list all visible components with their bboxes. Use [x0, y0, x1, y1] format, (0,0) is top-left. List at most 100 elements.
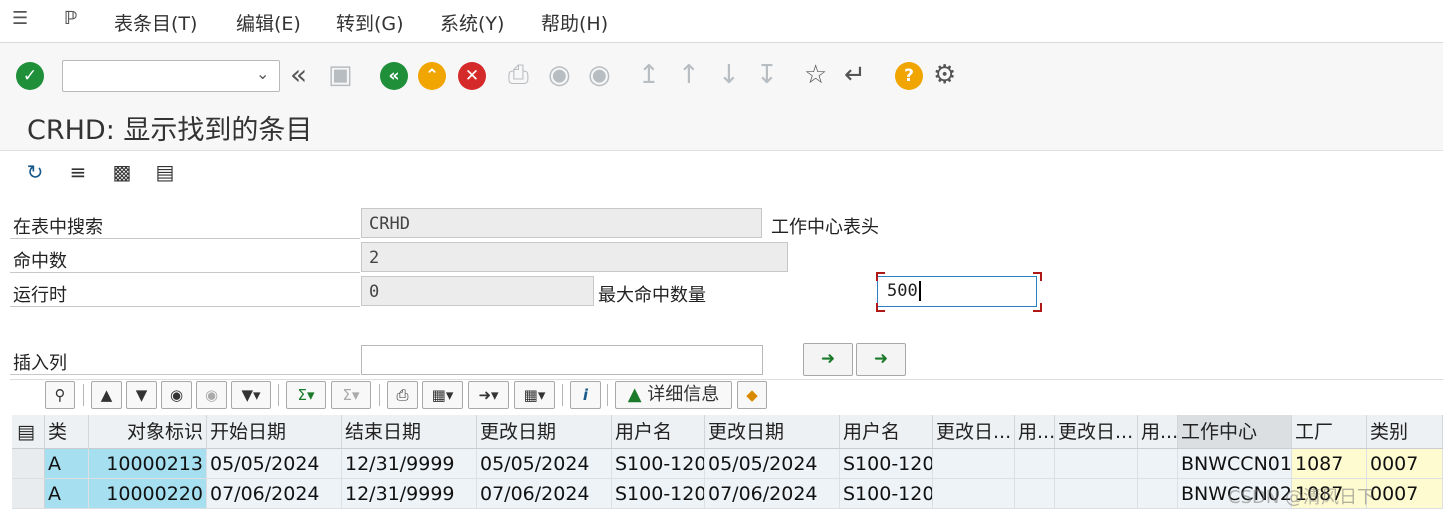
- column-header[interactable]: 更改日...: [1055, 415, 1138, 449]
- sort-descending-icon[interactable]: ▼: [126, 381, 157, 409]
- double-left-icon[interactable]: «: [290, 58, 307, 91]
- max-hits-input[interactable]: 500: [877, 276, 1037, 307]
- column-header[interactable]: 类: [45, 415, 89, 449]
- layout-menu-icon[interactable]: ℙ: [64, 8, 78, 29]
- select-all-icon[interactable]: ▤: [12, 415, 45, 449]
- command-field[interactable]: [62, 60, 280, 92]
- filter-icon[interactable]: ▼▾: [231, 381, 271, 409]
- table-cell[interactable]: A: [45, 449, 89, 479]
- table-cell[interactable]: 12/31/9999: [342, 449, 477, 479]
- table-cell[interactable]: [1015, 479, 1055, 509]
- prev-page-icon: ↑: [678, 60, 700, 90]
- column-header[interactable]: 用户名: [840, 415, 933, 449]
- table-cell[interactable]: [1055, 449, 1138, 479]
- column-header[interactable]: 类别: [1367, 415, 1443, 449]
- table-cell[interactable]: 05/05/2024: [705, 449, 840, 479]
- table-cell[interactable]: 0007: [1367, 479, 1443, 509]
- row-selector[interactable]: [12, 449, 45, 479]
- cancel-icon[interactable]: ✕: [458, 62, 486, 90]
- detail-info-button[interactable]: ▲ 详细信息: [615, 381, 732, 409]
- print-icon[interactable]: ⎙: [387, 381, 418, 409]
- export-icon[interactable]: ➜▾: [468, 381, 509, 409]
- column-header[interactable]: 用户名: [612, 415, 705, 449]
- refresh-icon[interactable]: ↻: [21, 158, 49, 186]
- table-cell[interactable]: [933, 479, 1015, 509]
- column-header[interactable]: 用...: [1015, 415, 1055, 449]
- column-header[interactable]: 工厂: [1292, 415, 1367, 449]
- table-cell[interactable]: S100-120: [612, 449, 705, 479]
- table-cell[interactable]: S100-120: [840, 479, 933, 509]
- table-cell[interactable]: S100-120: [840, 449, 933, 479]
- divider: [10, 272, 360, 273]
- chevron-down-icon[interactable]: ⌄: [256, 64, 269, 83]
- separator: [379, 384, 380, 406]
- column-header[interactable]: 结束日期: [342, 415, 477, 449]
- sum-icon[interactable]: Σ▾: [286, 381, 326, 409]
- menu-icon[interactable]: ☰: [12, 8, 28, 29]
- table-cell[interactable]: 10000213: [89, 449, 207, 479]
- table-cell[interactable]: 10000220: [89, 479, 207, 509]
- table-cell[interactable]: [1015, 449, 1055, 479]
- insert-column-label: 插入列: [13, 353, 67, 374]
- puzzle-icon[interactable]: ▩: [108, 158, 136, 186]
- table-cell[interactable]: 07/06/2024: [477, 479, 612, 509]
- table-cell[interactable]: [1055, 479, 1138, 509]
- column-header[interactable]: 开始日期: [207, 415, 342, 449]
- enter-check-icon[interactable]: ✓: [16, 62, 44, 90]
- row-selector[interactable]: [12, 479, 45, 509]
- table-cell[interactable]: [1138, 479, 1178, 509]
- print-icon: ⎙: [508, 60, 529, 90]
- help-icon[interactable]: ?: [895, 62, 923, 90]
- document-icon[interactable]: ▤: [151, 158, 179, 186]
- insert-column-button[interactable]: ➜: [803, 343, 853, 376]
- insert-column-input[interactable]: [361, 345, 763, 375]
- next-page-icon: ↓: [718, 60, 740, 90]
- table-cell[interactable]: 0007: [1367, 449, 1443, 479]
- details-select-icon[interactable]: ⚲: [45, 381, 75, 409]
- table-description: 工作中心表头: [771, 217, 879, 238]
- menu-edit[interactable]: 编辑(E): [236, 9, 301, 36]
- table-cell[interactable]: [1138, 449, 1178, 479]
- table-cell[interactable]: 1087: [1292, 449, 1367, 479]
- divider: [10, 374, 360, 375]
- tag-icon[interactable]: ◆: [737, 381, 767, 409]
- sort-ascending-icon[interactable]: ▲: [91, 381, 122, 409]
- layout-icon[interactable]: ▦▾: [514, 381, 555, 409]
- menu-system[interactable]: 系统(Y): [440, 9, 504, 36]
- separator: [278, 384, 279, 406]
- column-header[interactable]: 更改日...: [933, 415, 1015, 449]
- column-header[interactable]: 对象标识: [89, 415, 207, 449]
- info-icon[interactable]: i: [570, 381, 601, 409]
- runtime-field: 0: [361, 276, 594, 306]
- application-toolbar: [0, 151, 1443, 195]
- table-cell[interactable]: BNWCCN01: [1178, 449, 1292, 479]
- settings-tool-icon[interactable]: ≡: [64, 158, 92, 186]
- table-cell[interactable]: 12/31/9999: [342, 479, 477, 509]
- find-icon[interactable]: ◉: [161, 381, 192, 409]
- back-icon[interactable]: «: [380, 62, 408, 90]
- create-session-icon[interactable]: ☆: [804, 60, 827, 90]
- shortcut-icon[interactable]: ↵: [844, 60, 866, 90]
- exit-icon[interactable]: ⌃: [418, 62, 446, 90]
- hits-field: 2: [361, 242, 788, 272]
- menu-help[interactable]: 帮助(H): [541, 9, 608, 36]
- table-cell[interactable]: 07/06/2024: [705, 479, 840, 509]
- column-header[interactable]: 用...: [1138, 415, 1178, 449]
- column-header[interactable]: 更改日期: [477, 415, 612, 449]
- table-cell[interactable]: 07/06/2024: [207, 479, 342, 509]
- column-header[interactable]: 更改日期: [705, 415, 840, 449]
- last-page-icon: ↧: [756, 60, 778, 90]
- menu-table-entry[interactable]: 表条目(T): [114, 9, 197, 36]
- page-title: CRHD: 显示找到的条目: [27, 115, 313, 146]
- table-cell[interactable]: A: [45, 479, 89, 509]
- remove-column-button[interactable]: ➜: [856, 343, 906, 376]
- separator: [607, 384, 608, 406]
- column-header[interactable]: 工作中心: [1178, 415, 1292, 449]
- table-cell[interactable]: 05/05/2024: [207, 449, 342, 479]
- menu-goto[interactable]: 转到(G): [336, 9, 404, 36]
- table-cell[interactable]: S100-120: [612, 479, 705, 509]
- settings-icon[interactable]: ⚙: [933, 60, 956, 90]
- table-cell[interactable]: 05/05/2024: [477, 449, 612, 479]
- view-icon[interactable]: ▦▾: [422, 381, 463, 409]
- table-cell[interactable]: [933, 449, 1015, 479]
